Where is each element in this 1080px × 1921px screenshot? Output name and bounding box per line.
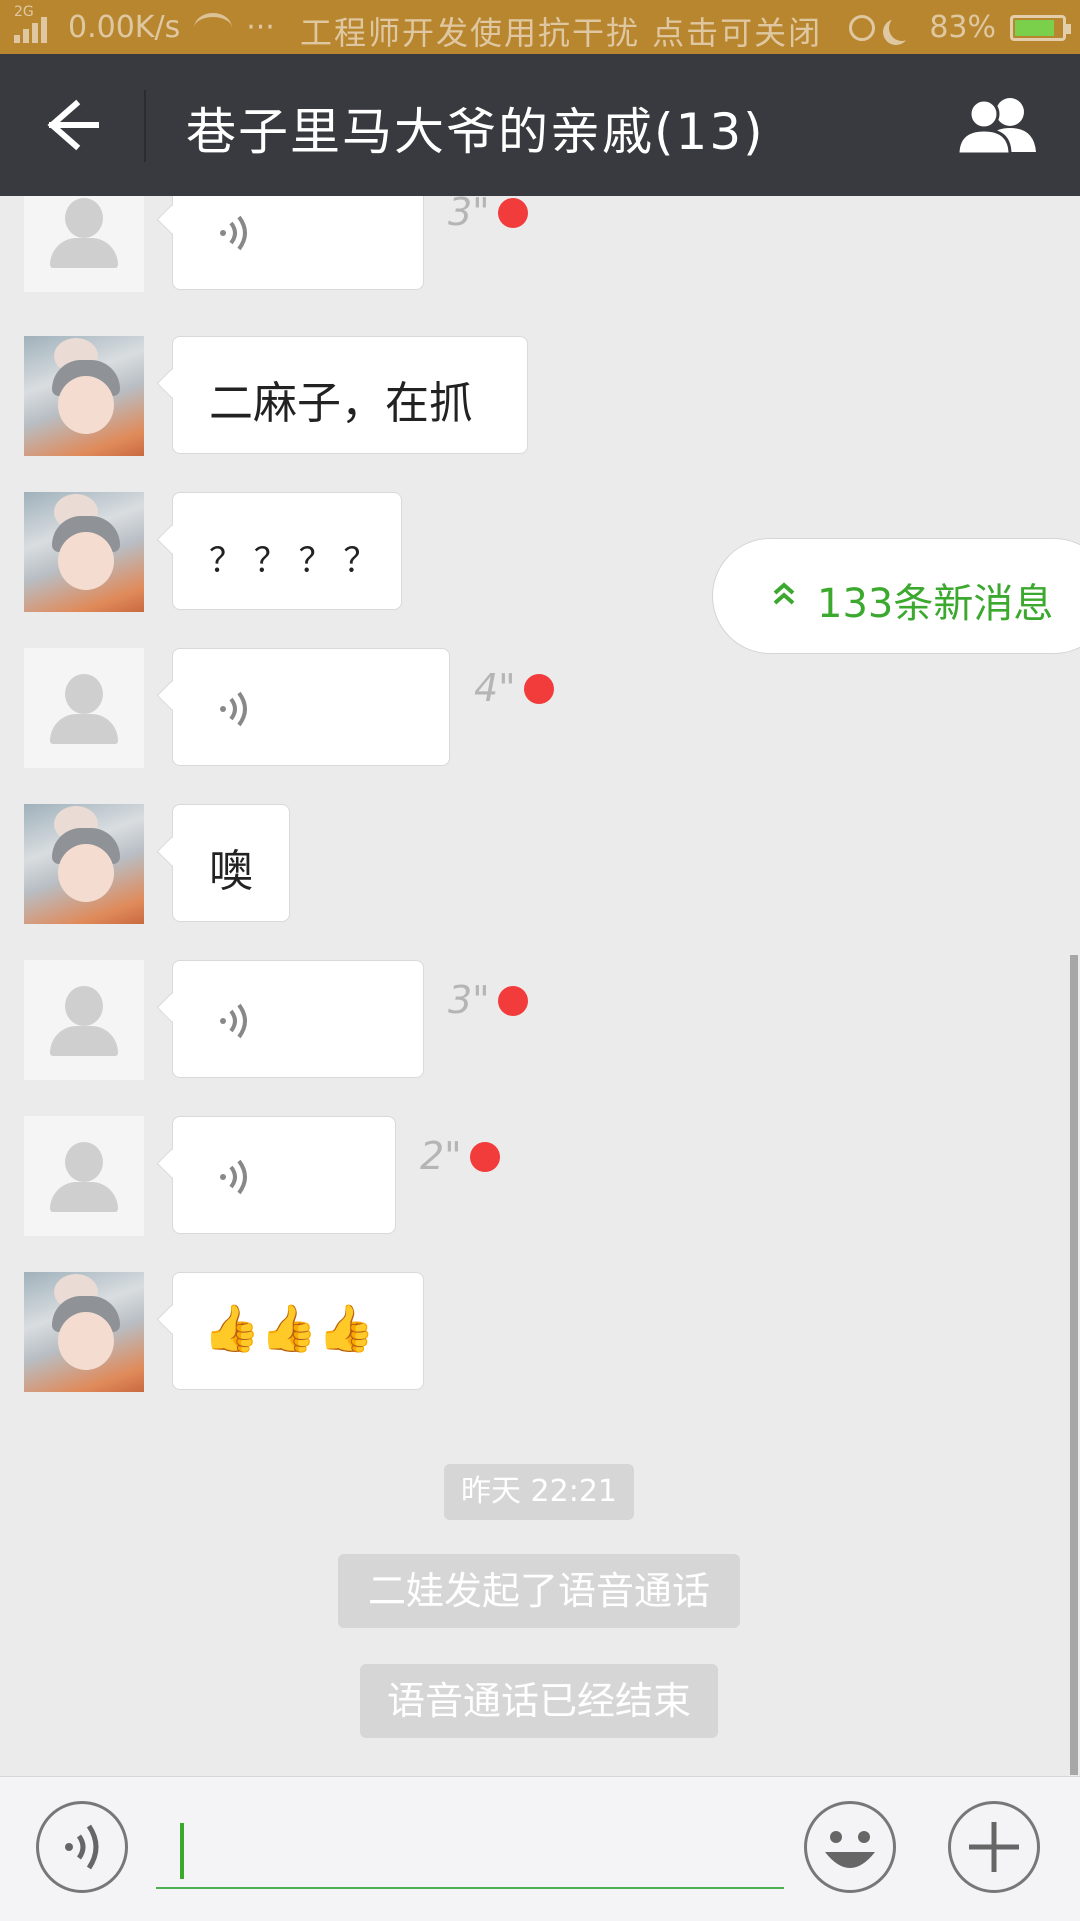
title-divider bbox=[144, 90, 146, 162]
call-ended-notice: 语音通话已经结束 bbox=[360, 1664, 718, 1738]
message-text: 噢 bbox=[209, 846, 253, 897]
unread-dot bbox=[470, 1142, 500, 1172]
voice-mode-icon bbox=[65, 1824, 99, 1870]
network-type: 2G bbox=[14, 4, 34, 20]
unread-dot bbox=[498, 986, 528, 1016]
voice-wave-icon bbox=[220, 1159, 247, 1195]
developer-notice[interactable]: 工程师开发使用抗干扰 点击可关闭 bbox=[300, 8, 822, 54]
voice-wave-icon bbox=[220, 1003, 247, 1039]
emoji-button[interactable] bbox=[804, 1801, 896, 1893]
voice-wave-icon bbox=[220, 691, 247, 727]
emoji-message-bubble[interactable]: 👍👍👍 bbox=[172, 1272, 424, 1390]
wifi-icon bbox=[194, 12, 233, 43]
voice-message-bubble[interactable] bbox=[172, 960, 424, 1078]
text-message-bubble[interactable]: ？ ？ ？ ？ bbox=[172, 492, 402, 610]
unread-dot bbox=[498, 198, 528, 228]
timestamp-label: 昨天 22:21 bbox=[444, 1464, 634, 1520]
member-avatar[interactable] bbox=[24, 336, 144, 456]
default-avatar-icon[interactable] bbox=[24, 1116, 144, 1236]
default-avatar-icon[interactable] bbox=[24, 196, 144, 292]
default-avatar-icon[interactable] bbox=[24, 960, 144, 1080]
network-speed: 0.00K/s bbox=[68, 10, 181, 45]
text-message-bubble[interactable]: 噢 bbox=[172, 804, 290, 922]
message-input-bar bbox=[0, 1776, 1080, 1921]
voice-message-bubble[interactable] bbox=[172, 648, 450, 766]
arrow-left-icon bbox=[47, 99, 99, 151]
chat-scrollbar[interactable] bbox=[1070, 955, 1078, 1775]
battery-icon bbox=[1010, 14, 1071, 41]
member-avatar[interactable] bbox=[24, 804, 144, 924]
voice-duration: 2" bbox=[420, 1134, 462, 1178]
chat-title-bar: 巷子里马大爷的亲戚(13) bbox=[0, 54, 1080, 196]
member-avatar[interactable] bbox=[24, 1272, 144, 1392]
voice-wave-icon bbox=[220, 215, 247, 251]
status-bar: 2G 0.00K/s ··· 工程师开发使用抗干扰 点击可关闭 83% bbox=[0, 0, 1080, 54]
more-actions-button[interactable] bbox=[948, 1801, 1040, 1893]
battery-percent: 83% bbox=[929, 10, 996, 45]
chat-message-list[interactable]: 3" 二麻子，在抓 133条新消息 ？ ？ ？ ？ 4" 噢 3" 2" 👍👍👍… bbox=[0, 196, 1080, 1776]
message-input[interactable] bbox=[156, 1815, 784, 1889]
voice-duration: 4" bbox=[474, 666, 516, 710]
voice-message-bubble[interactable] bbox=[172, 196, 424, 290]
message-text: ？ ？ ？ ？ bbox=[209, 541, 378, 581]
voice-mode-button[interactable] bbox=[36, 1801, 128, 1893]
call-started-notice: 二娃发起了语音通话 bbox=[338, 1554, 740, 1628]
voice-duration: 3" bbox=[448, 978, 490, 1022]
text-message-bubble[interactable]: 二麻子，在抓 bbox=[172, 336, 528, 454]
new-messages-label: 133条新消息 bbox=[817, 581, 1054, 627]
group-members-button[interactable] bbox=[956, 92, 1040, 156]
smiley-face-icon bbox=[825, 1831, 875, 1868]
back-button[interactable] bbox=[30, 90, 110, 160]
message-text: 二麻子，在抓 bbox=[209, 378, 473, 429]
new-messages-button[interactable]: 133条新消息 bbox=[712, 538, 1080, 654]
member-avatar[interactable] bbox=[24, 492, 144, 612]
do-not-disturb-icon bbox=[889, 15, 915, 41]
text-cursor bbox=[180, 1823, 184, 1879]
unread-dot bbox=[524, 674, 554, 704]
group-members-icon bbox=[956, 98, 1036, 156]
alarm-icon bbox=[849, 14, 876, 41]
double-chevron-up-icon bbox=[773, 582, 795, 605]
more-indicator: ··· bbox=[246, 10, 275, 45]
plus-icon bbox=[969, 1822, 1019, 1872]
thumbs-up-emoji: 👍👍👍 bbox=[203, 1301, 375, 1355]
default-avatar-icon[interactable] bbox=[24, 648, 144, 768]
voice-duration: 3" bbox=[448, 196, 490, 234]
chat-title: 巷子里马大爷的亲戚(13) bbox=[186, 103, 765, 161]
voice-message-bubble[interactable] bbox=[172, 1116, 396, 1234]
